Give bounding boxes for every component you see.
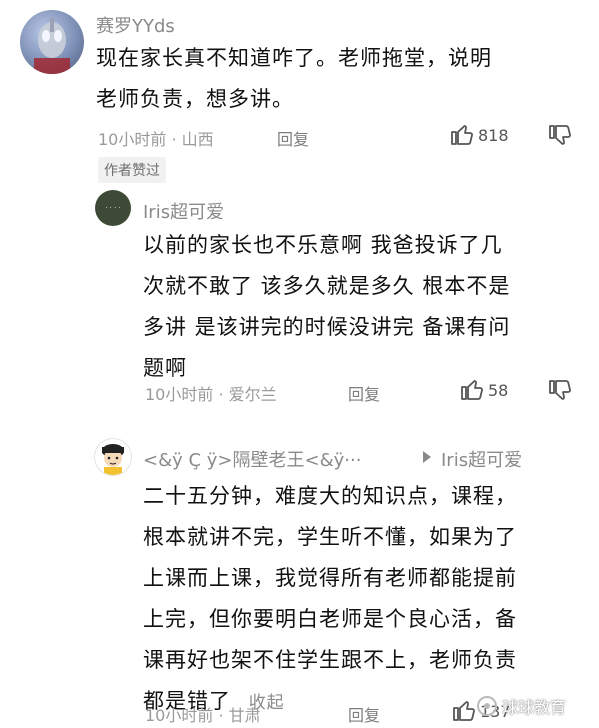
watermark: 球球教育 bbox=[476, 694, 566, 718]
thumbs-down-icon[interactable] bbox=[548, 124, 572, 148]
comment-text-line: 多讲 是该讲完的时候没讲完 备课有问 bbox=[143, 315, 511, 339]
comment-text-line: 根本就讲不完，学生听不懂，如果为了 bbox=[143, 525, 517, 549]
thumbs-up-icon[interactable] bbox=[452, 698, 476, 722]
comment-text-line: 上完，但你要明白老师是个良心活，备 bbox=[143, 607, 517, 631]
reply-button[interactable]: 回复 bbox=[348, 381, 380, 405]
author-liked-badge: 作者赞过 bbox=[98, 157, 166, 183]
comment-text-line: 二十五分钟，难度大的知识点，课程， bbox=[143, 484, 517, 508]
green-circle-avatar-icon: · · · · bbox=[95, 190, 131, 226]
thumbs-up-icon[interactable] bbox=[450, 122, 474, 146]
watermark-text: 球球教育 bbox=[502, 698, 567, 717]
thumbs-down-icon[interactable] bbox=[548, 379, 572, 403]
comment-text-line: 次就不敢了 该多久就是多久 根本不是 bbox=[143, 274, 511, 298]
avatar[interactable]: · · · · bbox=[95, 190, 131, 226]
comment-text: 现在家长真不知道咋了。老师拖堂，说明 老师负责，想多讲。 bbox=[96, 38, 576, 120]
like-count: 58 bbox=[488, 381, 509, 400]
reply-button[interactable]: 回复 bbox=[277, 126, 309, 150]
cartoon-boy-avatar-icon bbox=[95, 439, 131, 475]
like-count: 818 bbox=[478, 126, 509, 145]
comment-text-line: 老师负责，想多讲。 bbox=[96, 87, 294, 111]
thumbs-up-icon[interactable] bbox=[460, 377, 484, 401]
comment-text-line: 课再好也架不住学生跟不上，老师负责 bbox=[143, 648, 517, 672]
comment-text: 以前的家长也不乐意啊 我爸投诉了几 次就不敢了 该多久就是多久 根本不是 多讲 … bbox=[143, 225, 583, 389]
username[interactable]: <&ÿ Ç ÿ>隔壁老王<&ÿ··· bbox=[143, 446, 361, 472]
username[interactable]: 赛罗YYds bbox=[96, 12, 175, 38]
username[interactable]: Iris超可爱 bbox=[143, 198, 224, 224]
comment-text-line: 现在家长真不知道咋了。老师拖堂，说明 bbox=[96, 46, 492, 70]
svg-text:· · · ·: · · · · bbox=[105, 204, 121, 212]
timestamp-location: 10小时前 · 甘肃 bbox=[145, 706, 261, 725]
comment-text-line: 以前的家长也不乐意啊 我爸投诉了几 bbox=[143, 233, 503, 257]
ultraman-avatar-icon bbox=[20, 10, 84, 74]
timestamp-location: 10小时前 · 山西 bbox=[98, 130, 214, 149]
comment-text: 二十五分钟，难度大的知识点，课程， 根本就讲不完，学生听不懂，如果为了 上课而上… bbox=[143, 476, 588, 724]
reply-button[interactable]: 回复 bbox=[348, 702, 380, 726]
avatar[interactable] bbox=[94, 438, 132, 476]
watermark-logo-icon bbox=[476, 695, 498, 717]
reply-to-username[interactable]: Iris超可爱 bbox=[441, 446, 522, 472]
timestamp-location: 10小时前 · 爱尔兰 bbox=[145, 385, 277, 404]
comment-text-line: 上课而上课，我觉得所有老师都能提前 bbox=[143, 566, 517, 590]
avatar[interactable] bbox=[20, 10, 84, 74]
reply-arrow-icon bbox=[421, 450, 433, 464]
